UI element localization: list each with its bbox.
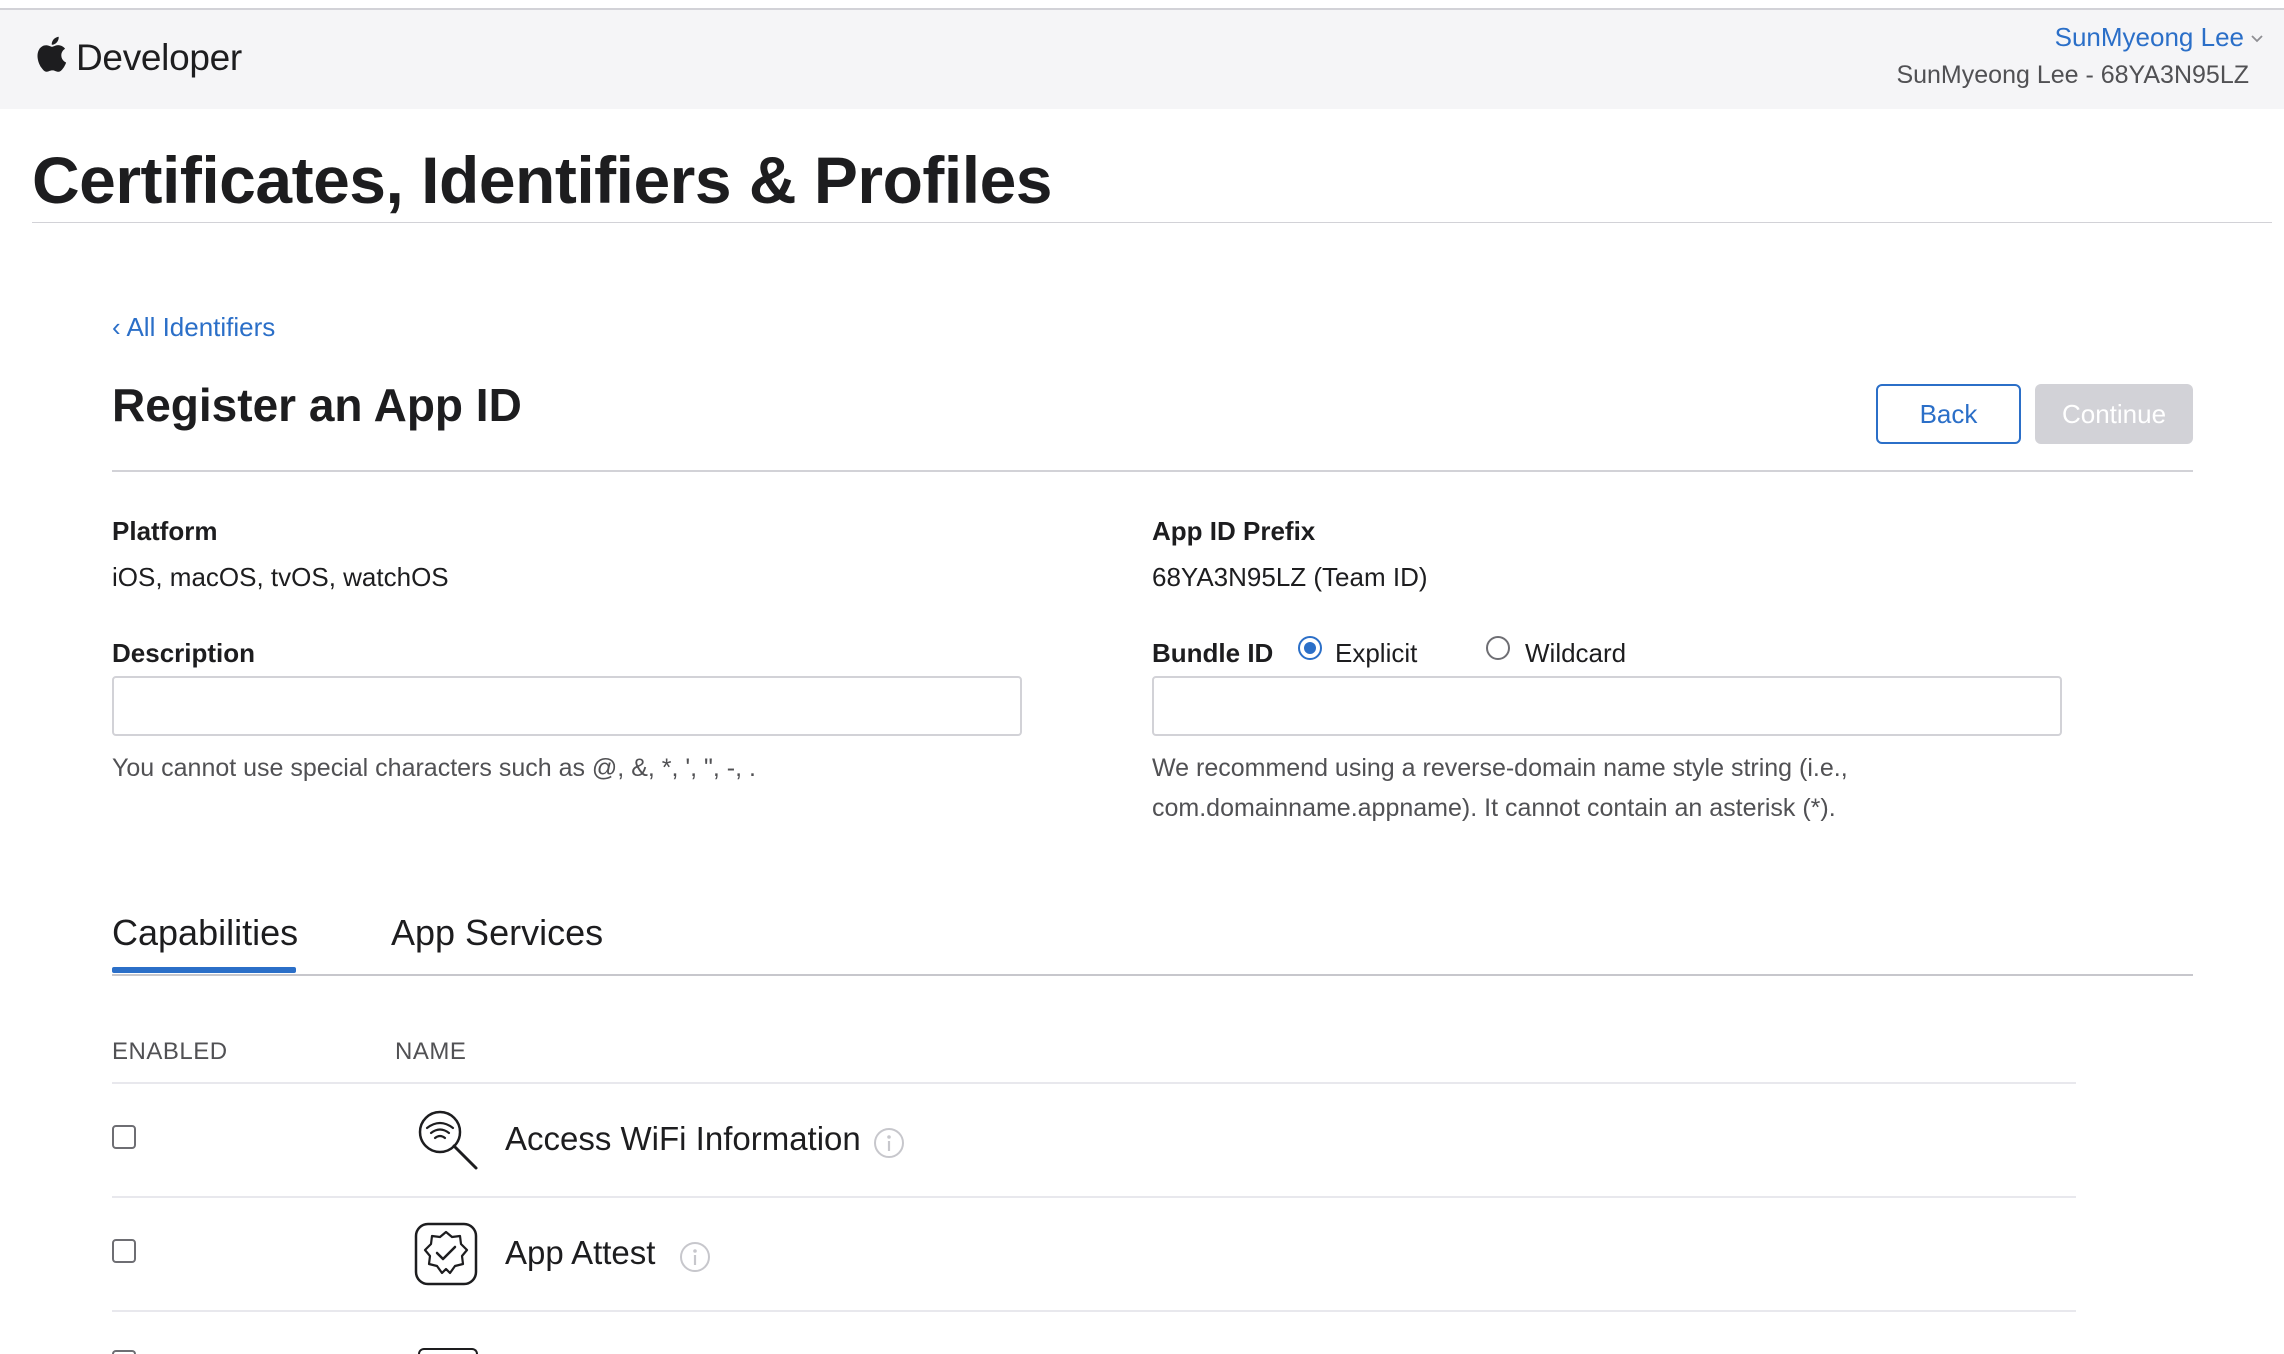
description-input[interactable]	[112, 676, 1022, 736]
description-label: Description	[112, 638, 256, 668]
chevron-down-icon	[2251, 34, 2263, 42]
column-header-enabled: ENABLED	[112, 1038, 228, 1065]
platform-label: Platform	[112, 516, 218, 546]
enable-app-attest-checkbox[interactable]	[112, 1239, 136, 1263]
row-divider	[112, 1310, 2076, 1312]
continue-button[interactable]: Continue	[2035, 384, 2193, 444]
tab-capabilities[interactable]: Capabilities	[112, 912, 298, 954]
table-header-divider	[112, 1082, 2076, 1084]
description-hint: You cannot use special characters such a…	[112, 754, 756, 782]
section-title: Register an App ID	[112, 379, 522, 431]
section-divider	[112, 470, 2193, 472]
bundle-id-label: Bundle ID	[1152, 638, 1274, 668]
wildcard-radio-label[interactable]: Wildcard	[1525, 638, 1626, 669]
capability-name: Access WiFi Information	[505, 1120, 861, 1157]
table-row-partial-checkbox[interactable]	[112, 1350, 136, 1354]
info-icon[interactable]	[873, 1127, 905, 1159]
platform-value: iOS, macOS, tvOS, watchOS	[112, 562, 449, 592]
team-identifier: SunMyeong Lee - 68YA3N95LZ	[1896, 61, 2249, 89]
developer-brand[interactable]: Developer	[76, 37, 242, 79]
enable-access-wifi-checkbox[interactable]	[112, 1125, 136, 1149]
explicit-radio[interactable]	[1298, 636, 1322, 660]
capability-name: App Attest	[505, 1234, 656, 1271]
prefix-value: 68YA3N95LZ (Team ID)	[1152, 562, 1428, 592]
account-name[interactable]: SunMyeong Lee	[2055, 22, 2244, 53]
wildcard-radio[interactable]	[1486, 636, 1510, 660]
prefix-label: App ID Prefix	[1152, 516, 1316, 546]
bundle-id-hint-line1: We recommend using a reverse-domain name…	[1152, 754, 1848, 782]
account-menu[interactable]: SunMyeong Lee	[2055, 22, 2264, 53]
explicit-radio-label[interactable]: Explicit	[1335, 638, 1417, 669]
info-icon[interactable]	[679, 1241, 711, 1273]
global-header	[0, 10, 2284, 109]
active-tab-indicator	[112, 967, 296, 973]
verified-badge-icon	[414, 1222, 478, 1286]
back-button[interactable]: Back	[1876, 384, 2021, 444]
tabs-divider	[112, 974, 2193, 976]
bundle-id-input[interactable]	[1152, 676, 2062, 736]
partial-capability-icon	[418, 1348, 478, 1354]
apple-logo-icon[interactable]	[33, 34, 67, 74]
all-identifiers-link[interactable]: ‹ All Identifiers	[112, 312, 275, 343]
column-header-name: NAME	[395, 1038, 467, 1065]
wifi-search-icon	[418, 1110, 478, 1170]
title-divider	[32, 222, 2272, 223]
bundle-id-hint-line2: com.domainname.appname). It cannot conta…	[1152, 794, 1836, 822]
tab-app-services[interactable]: App Services	[391, 912, 603, 954]
page-title: Certificates, Identifiers & Profiles	[32, 143, 1053, 217]
row-divider	[112, 1196, 2076, 1198]
